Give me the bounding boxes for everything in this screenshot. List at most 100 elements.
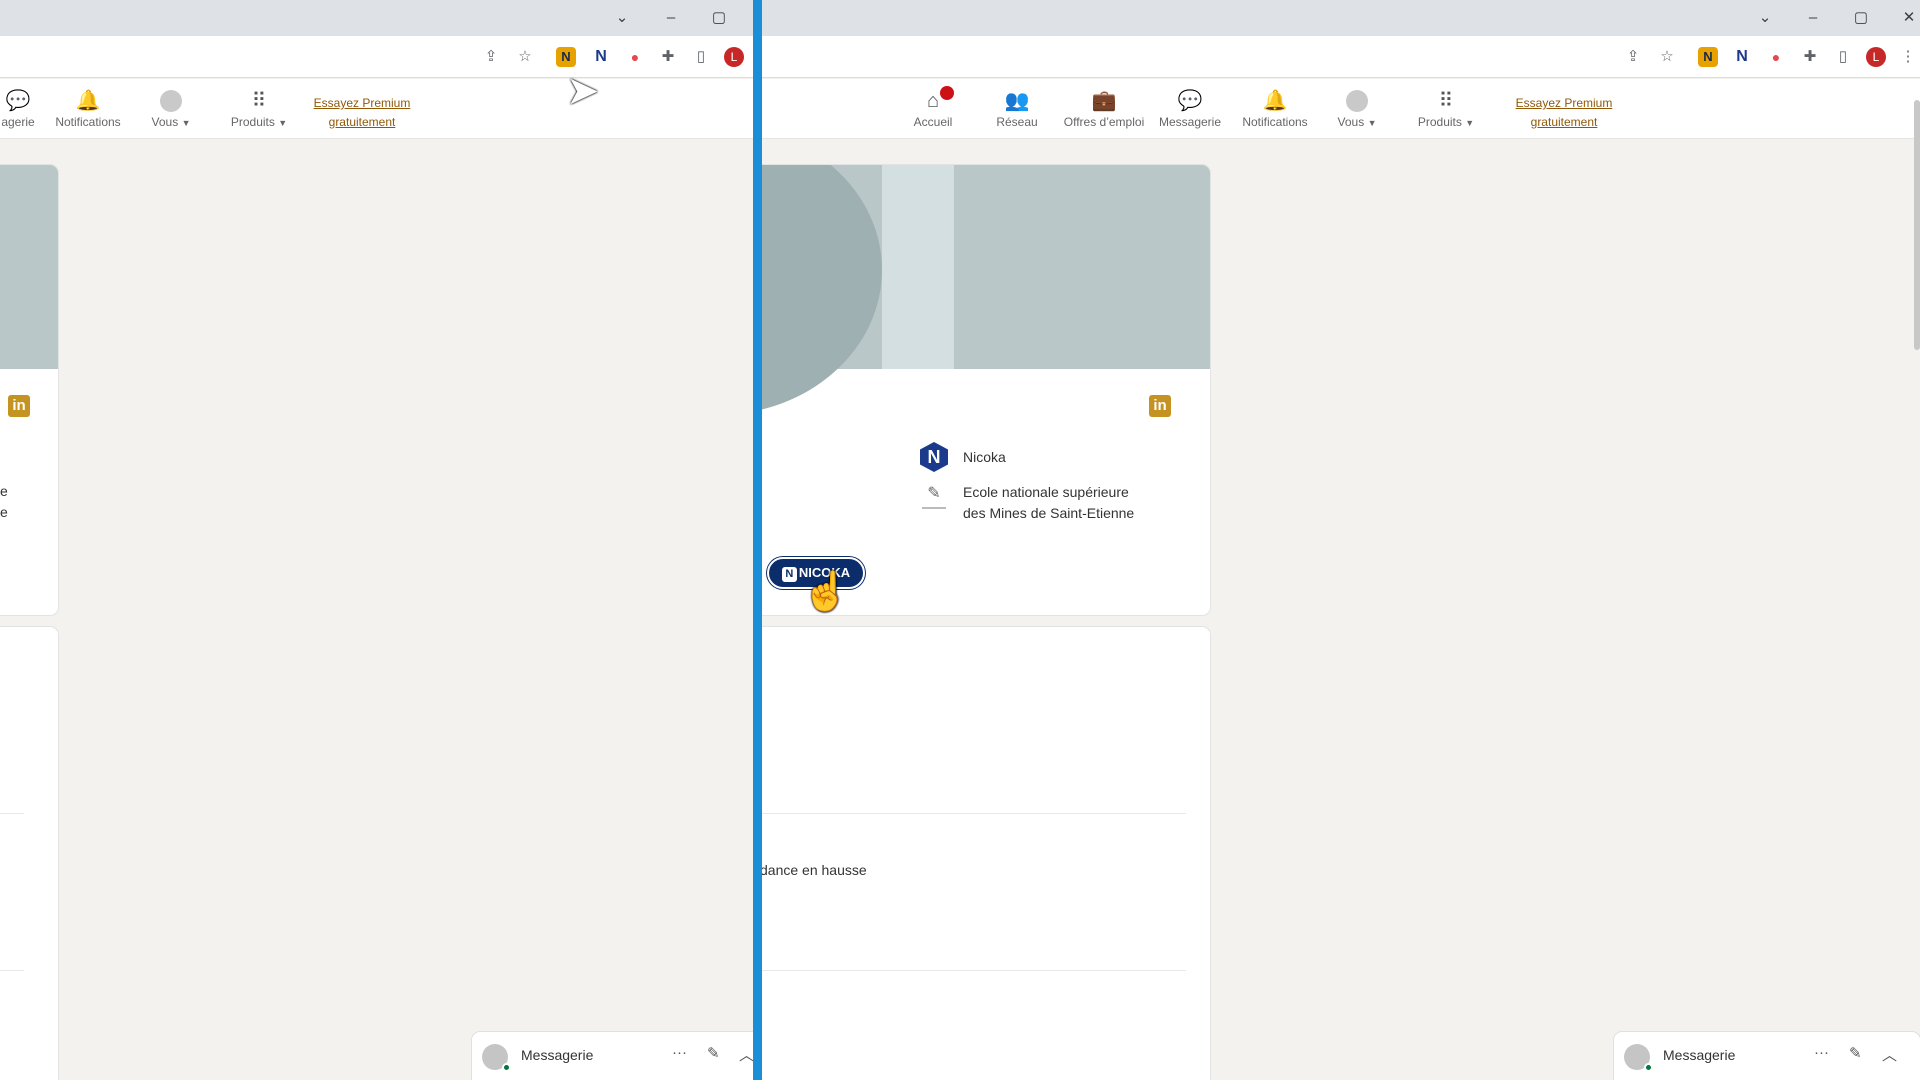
school-line1[interactable]: Ecole nationale supérieure — [963, 484, 1129, 500]
messaging-icon: 💬 — [1177, 90, 1203, 112]
tab-search-chevron-icon[interactable]: ⌄ — [1754, 8, 1776, 28]
compose-icon[interactable]: ✎ — [1849, 1044, 1862, 1062]
profile-avatar[interactable]: L — [724, 47, 744, 67]
star-icon[interactable]: ☆ — [515, 47, 535, 67]
close-button[interactable]: ✕ — [1898, 8, 1920, 28]
minimize-button[interactable]: – — [660, 8, 682, 28]
red-extension-icon[interactable]: ● — [1766, 47, 1786, 67]
kebab-menu-icon[interactable]: ⋮ — [1898, 47, 1918, 67]
messaging-bar[interactable]: Messagerie ··· ✎ ︿ — [472, 1032, 753, 1080]
star-icon[interactable]: ☆ — [1657, 47, 1677, 67]
browser-toolbar: ⇪ ☆ N N ● ✚ ▯ L ⋮ — [762, 36, 1920, 78]
nav-vous-label: Vous — [1337, 115, 1365, 129]
profile-avatar[interactable]: L — [1866, 47, 1886, 67]
more-options-icon[interactable]: ··· — [672, 1044, 687, 1061]
nav-messagerie[interactable]: 💬 Messagerie — [1145, 89, 1235, 129]
user-avatar-icon — [1346, 90, 1368, 112]
nicoka-yellow-extension-icon[interactable]: N — [1698, 47, 1718, 67]
nav-produits[interactable]: ⠿ Produits ▼ — [214, 89, 304, 129]
divider — [0, 970, 24, 971]
grid-icon: ⠿ — [1438, 90, 1454, 112]
linkedin-navbar: 💬 agerie 🔔 Notifications Vous ▼ ⠿ Produi… — [0, 79, 753, 139]
caret-down-icon: ▼ — [278, 118, 288, 128]
maximize-button[interactable]: ▢ — [1850, 8, 1872, 28]
messaging-label: Messagerie — [521, 1047, 594, 1063]
nav-reseau-label: Réseau — [996, 115, 1038, 129]
nav-produits[interactable]: ⠿ Produits ▼ — [1401, 89, 1491, 129]
red-extension-icon[interactable]: ● — [625, 47, 645, 67]
home-icon: ⌂ — [926, 90, 940, 112]
collapse-chevron-icon[interactable]: ︿ — [1882, 1044, 1897, 1065]
caret-down-icon: ▼ — [181, 118, 191, 128]
feed-card: dance en hausse — [762, 627, 1210, 1080]
tab-search-chevron-icon[interactable]: ⌄ — [611, 8, 633, 28]
network-icon: 👥 — [1004, 90, 1030, 112]
linkedin-navbar: ⌂ Accueil 👥 Réseau 💼 Offres d’emploi 💬 M… — [762, 79, 1920, 139]
share-icon[interactable]: ⇪ — [1623, 47, 1643, 67]
nicoka-blue-extension-icon[interactable]: N — [1732, 47, 1752, 67]
nav-offres[interactable]: 💼 Offres d’emploi — [1059, 89, 1149, 129]
divider — [762, 970, 1186, 971]
scrollbar-thumb[interactable] — [1914, 100, 1920, 350]
puzzle-icon[interactable]: ✚ — [1800, 47, 1820, 67]
nicoka-n-icon: N — [781, 567, 797, 582]
minimize-button[interactable]: – — [1802, 8, 1824, 28]
divider — [0, 813, 24, 814]
profile-card: in N Nicoka ✎ Ecole nationale supérieure… — [762, 165, 1210, 615]
bell-icon: 🔔 — [1262, 90, 1288, 112]
sidepanel-icon[interactable]: ▯ — [691, 47, 711, 67]
briefcase-icon: 💼 — [1091, 90, 1117, 112]
text-fragment: e — [0, 504, 8, 520]
nicoka-yellow-extension-icon[interactable]: N — [556, 47, 576, 67]
sidepanel-icon[interactable]: ▯ — [1833, 47, 1853, 67]
premium-link[interactable]: Essayez Premium gratuitement — [302, 94, 422, 132]
nav-accueil-label: Accueil — [913, 115, 953, 129]
left-browser-window: ⌄ – ▢ ⇪ ☆ N N ● ✚ ▯ L 💬 agerie 🔔 Notific… — [0, 0, 753, 1080]
messaging-bar[interactable]: Messagerie ··· ✎ ︿ — [1614, 1032, 1920, 1080]
puzzle-icon[interactable]: ✚ — [658, 47, 678, 67]
linkedin-icon[interactable]: in — [8, 395, 30, 417]
premium-line2: gratuitement — [1530, 115, 1598, 129]
trend-text[interactable]: dance en hausse — [762, 862, 867, 878]
premium-line2: gratuitement — [328, 115, 396, 129]
maximize-button[interactable]: ▢ — [708, 8, 730, 28]
share-icon[interactable]: ⇪ — [481, 47, 501, 67]
nav-notifications-label: Notifications — [55, 115, 121, 129]
nav-vous[interactable]: Vous ▼ — [1312, 89, 1402, 129]
text-fragment: e — [0, 483, 8, 499]
grid-icon: ⠿ — [251, 90, 267, 112]
nav-reseau[interactable]: 👥 Réseau — [972, 89, 1062, 129]
divider — [762, 813, 1186, 814]
compose-icon[interactable]: ✎ — [707, 1044, 720, 1062]
premium-line1: Essayez Premium — [313, 96, 411, 110]
premium-link[interactable]: Essayez Premium gratuitement — [1504, 94, 1624, 132]
nav-accueil[interactable]: ⌂ Accueil — [888, 86, 978, 129]
user-avatar-icon — [160, 90, 182, 112]
nav-produits-label: Produits — [230, 115, 275, 129]
cover-shape — [882, 165, 954, 369]
title-bar: ⌄ – ▢ — [0, 0, 753, 36]
feed-card-partial — [0, 627, 58, 1080]
nav-notifications[interactable]: 🔔 Notifications — [1230, 89, 1320, 129]
nav-vous[interactable]: Vous ▼ — [126, 89, 216, 129]
more-options-icon[interactable]: ··· — [1814, 1044, 1829, 1061]
nav-notifications[interactable]: 🔔 Notifications — [43, 89, 133, 129]
hand-pointer-icon: ☝ — [802, 571, 850, 613]
nav-produits-label: Produits — [1417, 115, 1462, 129]
nav-vous-label: Vous — [151, 115, 179, 129]
nav-messagerie-label: Messagerie — [1158, 115, 1222, 129]
cover-shape — [762, 165, 882, 415]
company-name[interactable]: Nicoka — [963, 449, 1006, 465]
nav-messagerie-label: agerie — [1, 115, 35, 129]
mouse-pointer-icon: ➤ — [566, 69, 600, 113]
profile-cover — [0, 165, 58, 369]
collapse-chevron-icon[interactable]: ︿ — [739, 1044, 753, 1065]
nicoka-blue-extension-icon[interactable]: N — [591, 47, 611, 67]
linkedin-icon[interactable]: in — [1149, 395, 1171, 417]
bell-icon: 🔔 — [75, 90, 101, 112]
online-status-dot — [1644, 1063, 1653, 1072]
school-line2[interactable]: des Mines de Saint-Etienne — [963, 505, 1134, 521]
nav-notifications-label: Notifications — [1242, 115, 1308, 129]
caret-down-icon: ▼ — [1465, 118, 1475, 128]
caret-down-icon: ▼ — [1367, 118, 1377, 128]
